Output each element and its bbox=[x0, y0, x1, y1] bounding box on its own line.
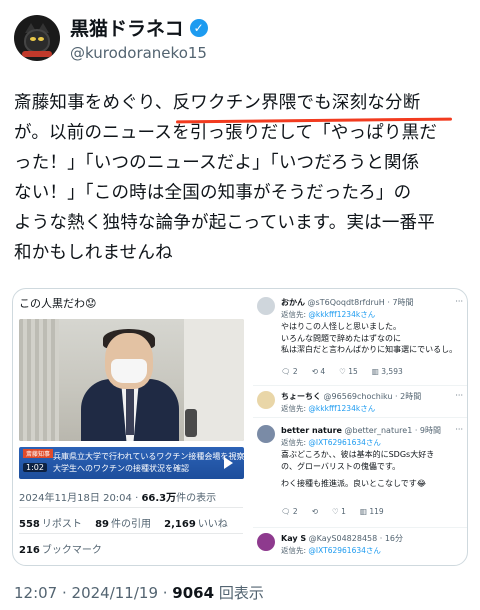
video-duration: 1:02 bbox=[23, 463, 47, 472]
reply-count[interactable]: 🗨 2 bbox=[281, 507, 298, 516]
more-icon[interactable]: ··· bbox=[455, 297, 463, 306]
view-count[interactable]: ▥ 3,593 bbox=[372, 367, 403, 376]
more-icon[interactable]: ··· bbox=[455, 391, 463, 400]
quoted-views-value: 66.3万 bbox=[141, 493, 177, 504]
post-views-label: 回表示 bbox=[218, 584, 264, 602]
reply-actions: 🗨 2 ⟲ 4 ♡ 15 ▥ 3,593 bbox=[281, 367, 403, 376]
reply-to: 返信先: @kkkfff1234kさん bbox=[281, 404, 376, 413]
face-mask bbox=[111, 359, 147, 383]
post-line: ような熱く独特な論争が起こっています。実は一番平 bbox=[14, 213, 435, 233]
avatar-collar bbox=[22, 51, 52, 57]
avatar-face bbox=[24, 29, 50, 53]
post-line: 斎藤知事をめぐり、反ワクチン界隈でも深刻な分断 bbox=[14, 93, 421, 113]
repost-count[interactable]: ⟲ bbox=[312, 507, 318, 516]
likes-stat[interactable]: 2,169 いいね bbox=[164, 519, 228, 530]
reply-to: 返信先: @IXT62961634さん bbox=[281, 546, 381, 555]
reply-item[interactable]: おかん @sT6Qoqdt8rfdruH · 7時間 ··· 返信先: @kkk… bbox=[253, 297, 467, 389]
author-handle[interactable]: @kurodoraneko15 bbox=[70, 44, 208, 62]
post-line: った！」「いつのニュースだよ」「いつだろうと関係 bbox=[14, 153, 420, 173]
divider bbox=[19, 533, 243, 534]
reply-list: おかん @sT6Qoqdt8rfdruH · 7時間 ··· 返信先: @kkk… bbox=[253, 289, 467, 565]
post-footer: 12:07 · 2024/11/19 · 9064 回表示 bbox=[14, 582, 264, 603]
news-badge: 斎藤知事 bbox=[23, 449, 54, 458]
reply-header: Kay S @KayS04828458 · 16分 bbox=[281, 534, 404, 543]
reply-header: おかん @sT6Qoqdt8rfdruH · 7時間 bbox=[281, 298, 414, 307]
avatar-eye-left bbox=[30, 37, 36, 41]
quoted-post: この人黒だわ😟 斎藤知事 兵庫県立大学で行われているワクチン接種会場を視察 大学… bbox=[13, 289, 248, 565]
verified-badge-icon: ✓ bbox=[189, 18, 208, 37]
quoted-views-label: 件の表示 bbox=[176, 493, 217, 504]
reply-body: やはりこの人怪しと思いました。 いろんな問題で辞めたはずなのに 私は潔白だと言わ… bbox=[281, 322, 458, 354]
post-text: 斎藤知事をめぐり、反ワクチン界隈でも深刻な分断 が。以前のニュースを引っ張りだし… bbox=[14, 88, 469, 268]
reply-to: 返信先: @kkkfff1234kさん bbox=[281, 310, 376, 319]
post-line: ない！」「この時は全国の知事がそうだったろ」の bbox=[14, 183, 412, 203]
divider bbox=[19, 507, 243, 508]
news-ticker[interactable]: 斎藤知事 兵庫県立大学で行われているワクチン接種会場を視察 大学生へのワクチンの… bbox=[19, 447, 244, 479]
display-name[interactable]: 黒猫ドラネコ ✓ bbox=[70, 14, 208, 41]
reply-item[interactable]: Kay S @KayS04828458 · 16分 返信先: @IXT62961… bbox=[253, 533, 467, 563]
reply-avatar[interactable] bbox=[257, 425, 275, 443]
quoted-time: 2024年11月18日 20:04 bbox=[19, 493, 132, 504]
window-blind bbox=[19, 319, 59, 441]
embedded-image[interactable]: この人黒だわ😟 斎藤知事 兵庫県立大学で行われているワクチン接種会場を視察 大学… bbox=[12, 288, 468, 566]
reply-avatar[interactable] bbox=[257, 297, 275, 315]
display-name-text[interactable]: 黒猫ドラネコ bbox=[70, 14, 184, 41]
repost-count[interactable]: ⟲ 4 bbox=[312, 367, 325, 376]
view-count[interactable]: ▥ 119 bbox=[360, 507, 384, 516]
divider bbox=[253, 527, 467, 528]
divider bbox=[253, 385, 467, 386]
microphone bbox=[185, 409, 197, 437]
play-icon[interactable] bbox=[224, 457, 233, 469]
reply-avatar[interactable] bbox=[257, 533, 275, 551]
quoted-caption: この人黒だわ😟 bbox=[19, 297, 97, 310]
bookmarks-stat[interactable]: 216 ブックマーク bbox=[19, 541, 102, 556]
video-thumbnail[interactable] bbox=[19, 319, 244, 441]
reply-header: better nature @better_nature1 · 9時間 bbox=[281, 426, 442, 435]
avatar[interactable] bbox=[14, 15, 60, 61]
person-tie bbox=[126, 389, 134, 435]
reply-body: 喜ぶどころか、、彼は基本的にSDGs大好き の、グローバリストの傀儡です。 わく… bbox=[281, 450, 435, 488]
quotes-stat[interactable]: 89 件の引用 bbox=[95, 519, 151, 530]
quoted-meta: 2024年11月18日 20:04 · 66.3万件の表示 bbox=[19, 493, 217, 504]
reply-actions: 🗨 2 ⟲ ♡ 1 ▥ 119 bbox=[281, 507, 384, 516]
news-subheadline: 大学生へのワクチンの接種状況を確認 bbox=[53, 464, 189, 473]
author-block: 黒猫ドラネコ ✓ @kurodoraneko15 bbox=[70, 14, 208, 62]
quoted-stats: 558 リポスト 89 件の引用 2,169 いいね bbox=[19, 515, 238, 530]
reply-avatar[interactable] bbox=[257, 391, 275, 409]
post-header: 黒猫ドラネコ ✓ @kurodoraneko15 bbox=[14, 10, 466, 66]
like-count[interactable]: ♡ 1 bbox=[332, 507, 346, 516]
more-icon[interactable]: ··· bbox=[455, 425, 463, 434]
reply-to: 返信先: @IXT62961634さん bbox=[281, 438, 381, 447]
like-count[interactable]: ♡ 15 bbox=[339, 367, 358, 376]
reply-count[interactable]: 🗨 2 bbox=[281, 367, 298, 376]
reply-item[interactable]: better nature @better_nature1 · 9時間 ··· … bbox=[253, 425, 467, 525]
divider bbox=[253, 417, 467, 418]
post-views-value: 9064 bbox=[172, 584, 215, 602]
reposts-stat[interactable]: 558 リポスト bbox=[19, 519, 82, 530]
reply-header: ちょーちく @96569chochiku · 2時間 bbox=[281, 392, 422, 401]
post-timestamp[interactable]: 12:07 · 2024/11/19 · bbox=[14, 584, 172, 602]
news-headline: 兵庫県立大学で行われているワクチン接種会場を視察 bbox=[53, 452, 244, 461]
avatar-eye-right bbox=[38, 37, 44, 41]
post-line: 和かもしれませんね bbox=[14, 243, 173, 263]
